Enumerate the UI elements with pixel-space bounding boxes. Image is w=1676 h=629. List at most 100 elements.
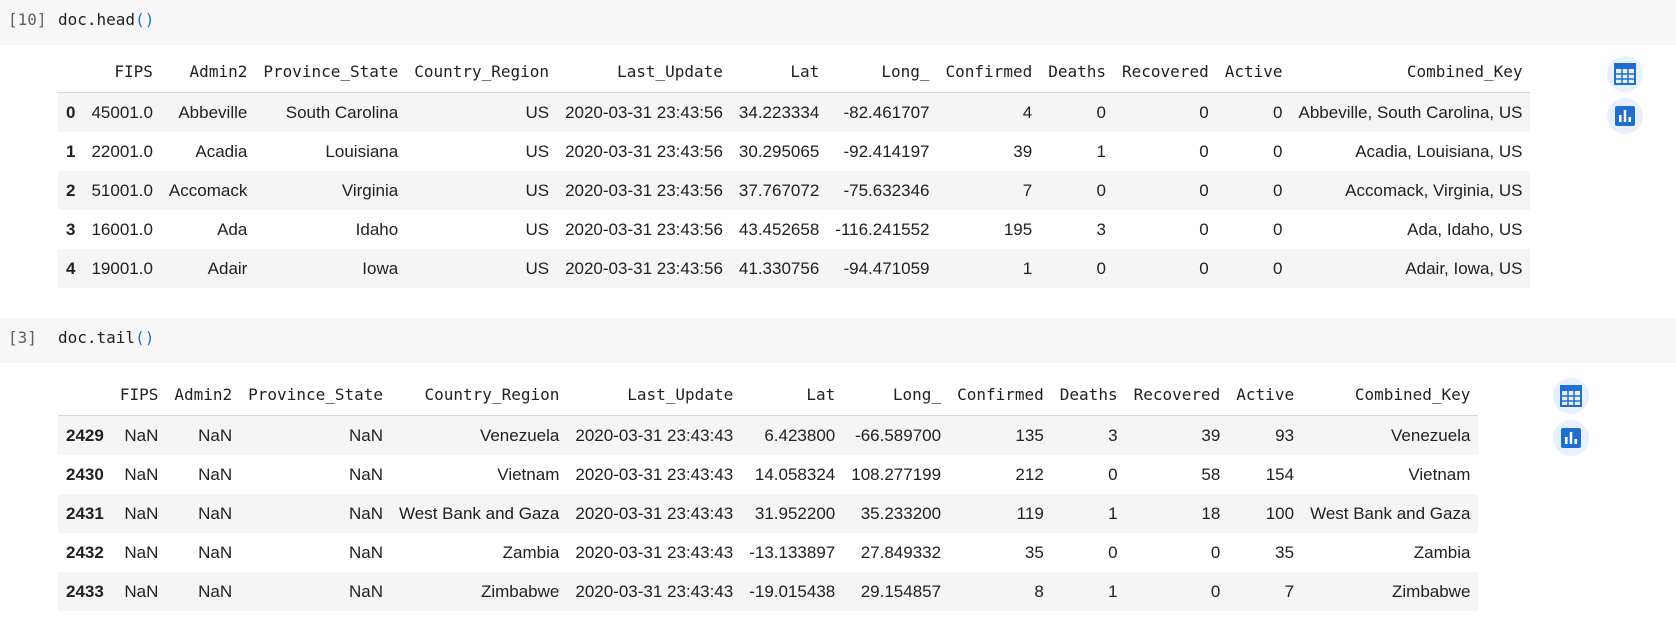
- table-row: 2433 NaN NaN NaN Zimbabwe 2020-03-31 23:…: [58, 572, 1479, 611]
- table-cell: 154: [1265, 464, 1295, 484]
- table-cell: 0: [1273, 102, 1283, 122]
- table-cell: -19.015438: [749, 581, 836, 601]
- table-cell: NaN: [124, 464, 159, 484]
- table-cell: 16001.0: [91, 219, 153, 239]
- table-cell: 1: [1108, 503, 1118, 523]
- table-cell: 2020-03-31 23:43:43: [575, 581, 734, 601]
- row-index: 2431: [66, 503, 104, 523]
- table-cell: Vietnam: [497, 464, 560, 484]
- table-cell: Vietnam: [1408, 464, 1471, 484]
- table-cell: -116.241552: [835, 219, 930, 239]
- table-cell: 30.295065: [738, 141, 820, 161]
- table-cell: 0: [1199, 180, 1209, 200]
- table-cell: 39: [1201, 425, 1221, 445]
- column-header: Admin2: [160, 51, 256, 93]
- table-cell: 18: [1201, 503, 1221, 523]
- table-cell: 7: [1284, 581, 1295, 601]
- table-row: 0 45001.0 Abbeville South Carolina US 20…: [58, 92, 1531, 132]
- table-cell: 51001.0: [91, 180, 153, 200]
- row-index: 0: [66, 102, 76, 122]
- suggest-charts-button[interactable]: [1553, 420, 1589, 456]
- table-cell: NaN: [198, 503, 233, 523]
- table-cell: NaN: [198, 542, 233, 562]
- table-cell: 35: [1024, 542, 1044, 562]
- column-header: Combined_Key: [1302, 374, 1479, 416]
- table-cell: NaN: [124, 581, 159, 601]
- table-cell: -66.589700: [855, 425, 942, 445]
- table-cell: Acadia, Louisiana, US: [1355, 141, 1523, 161]
- table-cell: Accomack: [168, 180, 248, 200]
- code-input[interactable]: doc.tail(): [58, 318, 154, 363]
- header-row: FIPS Admin2 Province_State Country_Regio…: [58, 374, 1479, 416]
- table-cell: Zambia: [502, 542, 560, 562]
- table-cell: US: [525, 219, 550, 239]
- code-cell-head[interactable]: [10] doc.head(): [0, 0, 1676, 45]
- table-row: 3 16001.0 Ada Idaho US 2020-03-31 23:43:…: [58, 210, 1530, 249]
- row-index: 1: [66, 141, 76, 161]
- table-cell: NaN: [124, 542, 159, 562]
- table-cell: Zimbabwe: [480, 581, 560, 601]
- table-cell: US: [525, 141, 550, 161]
- table-cell: 135: [1015, 425, 1044, 445]
- convert-to-interactive-table-button[interactable]: [1607, 56, 1643, 92]
- bar-chart-icon: [1615, 106, 1635, 126]
- column-header: Combined_Key: [1290, 51, 1531, 93]
- suggest-charts-button[interactable]: [1607, 98, 1643, 134]
- table-cell: 58: [1201, 464, 1221, 484]
- table-cell: 108.277199: [851, 464, 942, 484]
- column-header: Lat: [741, 374, 844, 416]
- table-row: 2431 NaN NaN NaN West Bank and Gaza 2020…: [58, 494, 1479, 533]
- table-cell: Accomack, Virginia, US: [1345, 180, 1523, 200]
- table-cell: 2020-03-31 23:43:56: [565, 180, 723, 200]
- code-cell-tail[interactable]: [3] doc.tail(): [0, 318, 1676, 363]
- table-cell: Ada, Idaho, US: [1407, 219, 1523, 239]
- column-header: Long_: [843, 374, 950, 416]
- column-header: Last_Update: [567, 374, 742, 416]
- table-cell: NaN: [349, 464, 384, 484]
- row-index: 4: [66, 258, 76, 278]
- table-cell: NaN: [124, 503, 159, 523]
- table-cell: 100: [1265, 503, 1295, 523]
- table-cell: 0: [1273, 258, 1283, 278]
- code-paren: (): [135, 10, 155, 29]
- table-cell: 8: [1034, 581, 1044, 601]
- table-cell: 14.058324: [754, 464, 836, 484]
- table-cell: 41.330756: [738, 258, 820, 278]
- column-header: Province_State: [255, 51, 407, 93]
- table-cell: 43.452658: [738, 219, 820, 239]
- code-text: doc.tail: [58, 328, 136, 347]
- table-icon: [1614, 63, 1636, 85]
- table-cell: 29.154857: [860, 581, 942, 601]
- table-cell: Venezuela: [1391, 425, 1471, 445]
- convert-to-interactive-table-button[interactable]: [1553, 378, 1589, 414]
- table-cell: -94.471059: [843, 258, 930, 278]
- table-cell: South Carolina: [285, 102, 399, 122]
- table-cell: NaN: [349, 425, 384, 445]
- table-cell: 93: [1275, 425, 1295, 445]
- table-cell: 2020-03-31 23:43:43: [575, 542, 734, 562]
- table-cell: 0: [1108, 464, 1118, 484]
- code-input[interactable]: doc.head(): [58, 0, 154, 45]
- column-header: Last_Update: [557, 51, 731, 93]
- table-cell: Zimbabwe: [1392, 581, 1471, 601]
- table-icon: [1560, 385, 1582, 407]
- table-cell: 0: [1096, 102, 1107, 122]
- table-cell: 4: [1022, 102, 1033, 122]
- table-cell: 45001.0: [91, 102, 153, 122]
- table-cell: Abbeville, South Carolina, US: [1298, 102, 1523, 122]
- table-cell: 19001.0: [91, 258, 153, 278]
- execution-count: [10]: [8, 10, 47, 29]
- row-index: 2430: [66, 464, 104, 484]
- table-cell: -92.414197: [843, 141, 930, 161]
- table-cell: 2020-03-31 23:43:56: [565, 258, 723, 278]
- table-row: 1 22001.0 Acadia Louisiana US 2020-03-31…: [58, 132, 1530, 171]
- row-index: 2429: [66, 425, 104, 445]
- column-header: Admin2: [166, 374, 241, 416]
- table-cell: 27.849332: [860, 542, 942, 562]
- table-cell: US: [525, 258, 550, 278]
- table-cell: 2020-03-31 23:43:43: [575, 464, 734, 484]
- table-cell: Virginia: [341, 180, 399, 200]
- table-cell: Abbeville: [178, 102, 248, 122]
- column-header: Country_Region: [406, 51, 558, 93]
- table-cell: 0: [1273, 219, 1283, 239]
